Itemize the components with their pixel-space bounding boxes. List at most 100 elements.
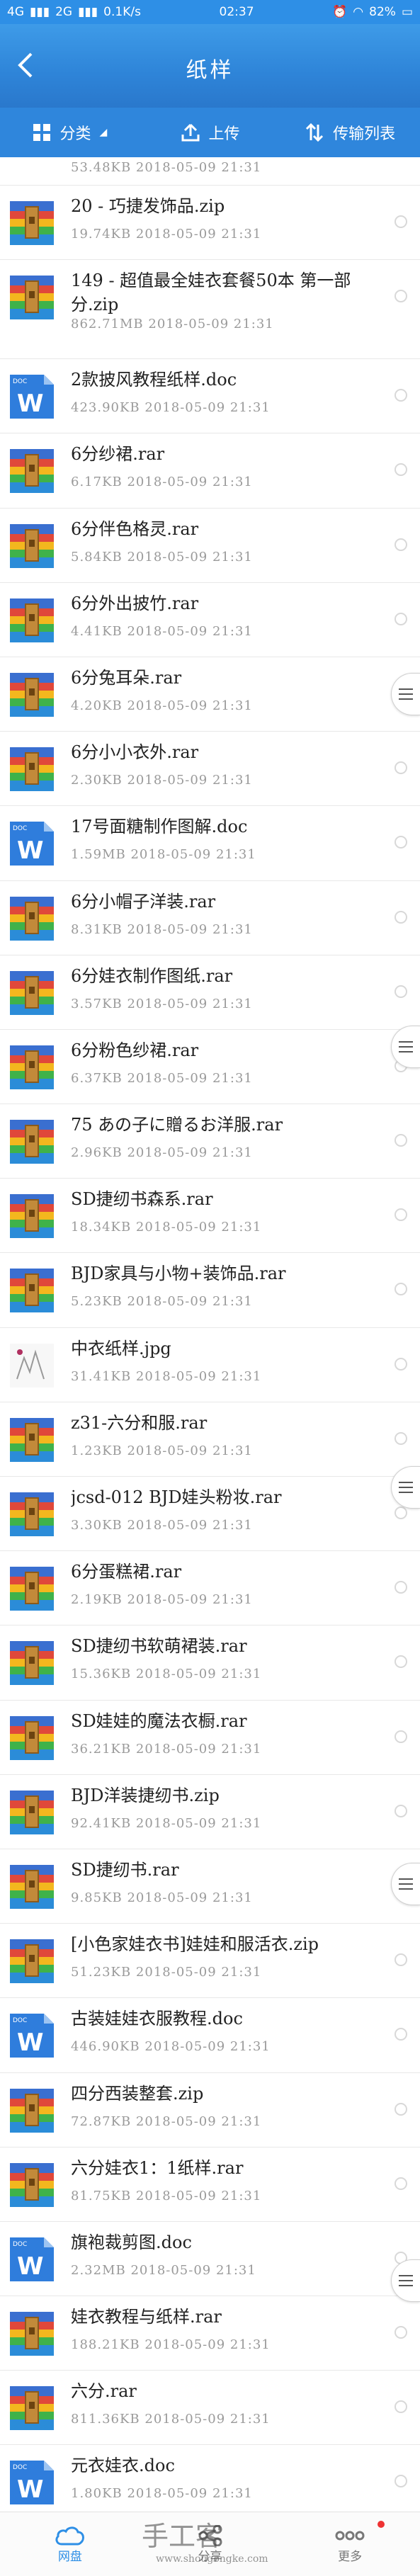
- select-radio[interactable]: [395, 1730, 407, 1743]
- select-radio[interactable]: [395, 215, 407, 228]
- file-type-icon: [10, 1269, 54, 1313]
- file-row[interactable]: 中衣纸样.jpg 31.41KB 2018-05-09 21:31: [0, 1328, 420, 1402]
- file-type-icon: [10, 1492, 54, 1536]
- file-row[interactable]: 6分兔耳朵.rar 4.20KB 2018-05-09 21:31: [0, 657, 420, 732]
- category-button[interactable]: 分类 ◢: [0, 108, 140, 157]
- select-radio[interactable]: [395, 985, 407, 998]
- file-row[interactable]: DOC W 元衣娃衣.doc 1.80KB 2018-05-09 21:31: [0, 2445, 420, 2520]
- select-radio[interactable]: [395, 2326, 407, 2339]
- alarm-icon: ⏰: [332, 5, 348, 19]
- file-name: 旗袍裁剪图.doc: [71, 2232, 192, 2252]
- select-radio[interactable]: [395, 761, 407, 775]
- file-meta: 1.80KB 2018-05-09 21:31: [71, 2486, 253, 2502]
- select-radio[interactable]: [395, 1655, 407, 1669]
- archive-file-icon: [10, 2386, 54, 2431]
- file-type-icon: [10, 2162, 54, 2207]
- image-thumbnail-icon: [10, 1343, 54, 1388]
- file-row[interactable]: jcsd-012 BJD娃头粉妆.rar 3.30KB 2018-05-09 21…: [0, 1477, 420, 1552]
- select-radio[interactable]: [395, 910, 407, 924]
- file-row[interactable]: DOC W 17号面糖制作图解.doc 1.59MB 2018-05-09 21:31: [0, 806, 420, 881]
- select-radio[interactable]: [395, 1357, 407, 1371]
- file-type-icon: DOC W: [10, 2237, 54, 2281]
- file-row[interactable]: DOC W 2款披风教程纸样.doc 423.90KB 2018-05-09 21:3…: [0, 359, 420, 434]
- file-row[interactable]: BJD家具与小物+装饰品.rar 5.23KB 2018-05-09 21:31: [0, 1253, 420, 1328]
- select-radio[interactable]: [395, 836, 407, 849]
- file-row[interactable]: SD捷纫书软萌裙装.rar 15.36KB 2018-05-09 21:31: [0, 1625, 420, 1701]
- file-row[interactable]: 149 - 超值最全娃衣套餐50本 第一部分.zip 862.71MB 2018-…: [0, 260, 420, 360]
- select-radio[interactable]: [395, 1507, 407, 1519]
- select-radio[interactable]: [395, 1283, 407, 1296]
- select-radio[interactable]: [395, 463, 407, 477]
- file-meta: 36.21KB 2018-05-09 21:31: [71, 1741, 262, 1757]
- file-row[interactable]: SD娃娃的魔法衣橱.rar 36.21KB 2018-05-09 21:31: [0, 1701, 420, 1775]
- file-name: 20 - 巧捷发饰品.zip: [71, 196, 225, 216]
- file-row[interactable]: 娃衣教程与纸样.rar 188.21KB 2018-05-09 21:31: [0, 2296, 420, 2371]
- file-row[interactable]: 6分蛋糕裙.rar 2.19KB 2018-05-09 21:31: [0, 1551, 420, 1626]
- file-type-icon: [10, 1790, 54, 1834]
- upload-button[interactable]: 上传: [140, 108, 280, 157]
- select-radio[interactable]: [395, 2028, 407, 2041]
- file-row[interactable]: 6分外出披竹.rar 4.41KB 2018-05-09 21:31: [0, 583, 420, 657]
- select-radio[interactable]: [395, 1953, 407, 1967]
- menu-icon: [399, 1041, 413, 1052]
- nav-more[interactable]: 更多: [280, 2512, 420, 2576]
- file-meta: 19.74KB 2018-05-09 21:31: [71, 227, 262, 242]
- file-meta: 18.34KB 2018-05-09 21:31: [71, 1220, 262, 1235]
- select-radio[interactable]: [395, 1581, 407, 1594]
- file-row[interactable]: BJD洋装捷纫书.zip 92.41KB 2018-05-09 21:31: [0, 1775, 420, 1849]
- file-row[interactable]: 53.48KB 2018-05-09 21:31: [0, 157, 420, 186]
- select-radio[interactable]: [395, 612, 407, 625]
- wifi-icon: ◠: [353, 5, 364, 19]
- file-type-icon: [10, 2088, 54, 2133]
- file-name: BJD家具与小物+装饰品.rar: [71, 1264, 286, 1284]
- file-row[interactable]: 四分西装整套.zip 72.87KB 2018-05-09 21:31: [0, 2073, 420, 2147]
- file-row[interactable]: 6分伴色格灵.rar 5.84KB 2018-05-09 21:31: [0, 509, 420, 583]
- file-type-icon: [10, 1120, 54, 1164]
- file-row[interactable]: 6分小小衣外.rar 2.30KB 2018-05-09 21:31: [0, 732, 420, 807]
- select-radio[interactable]: [395, 538, 407, 551]
- file-name: 149 - 超值最全娃衣套餐50本 第一部分.zip: [71, 271, 351, 315]
- file-row[interactable]: 六分娃衣1：1纸样.rar 81.75KB 2018-05-09 21:31: [0, 2147, 420, 2222]
- file-row[interactable]: 六分.rar 811.36KB 2018-05-09 21:31: [0, 2371, 420, 2446]
- file-type-icon: [10, 1045, 54, 1089]
- file-meta: 188.21KB 2018-05-09 21:31: [71, 2337, 271, 2353]
- file-row[interactable]: 75 あの子に贈るお洋服.rar 2.96KB 2018-05-09 21:31: [0, 1104, 420, 1179]
- file-meta: 423.90KB 2018-05-09 21:31: [71, 400, 271, 416]
- file-name: [小色家娃衣书]娃娃和服活衣.zip: [71, 1934, 319, 1955]
- archive-file-icon: [10, 1492, 54, 1536]
- file-row[interactable]: DOC W 旗袍裁剪图.doc 2.32MB 2018-05-09 21:31: [0, 2222, 420, 2297]
- select-radio[interactable]: [395, 2102, 407, 2116]
- file-row[interactable]: DOC W 古装娃娃衣服教程.doc 446.90KB 2018-05-09 21:3…: [0, 1998, 420, 2073]
- select-radio[interactable]: [395, 1208, 407, 1222]
- archive-file-icon: [10, 201, 54, 245]
- file-row[interactable]: 20 - 巧捷发饰品.zip 19.74KB 2018-05-09 21:31: [0, 186, 420, 261]
- archive-file-icon: [10, 276, 54, 320]
- file-row[interactable]: z31-六分和服.rar 1.23KB 2018-05-09 21:31: [0, 1402, 420, 1477]
- file-row[interactable]: [小色家娃衣书]娃娃和服活衣.zip 51.23KB 2018-05-09 21:…: [0, 1924, 420, 1999]
- menu-icon: [399, 1878, 413, 1890]
- select-radio[interactable]: [395, 389, 407, 402]
- nav-netdisk[interactable]: 网盘: [0, 2512, 140, 2576]
- signal-icon: ▮▮▮: [30, 5, 50, 19]
- file-row[interactable]: 6分粉色纱裙.rar 6.37KB 2018-05-09 21:31: [0, 1030, 420, 1105]
- file-row[interactable]: SD捷纫书森系.rar 18.34KB 2018-05-09 21:31: [0, 1179, 420, 1254]
- select-radio[interactable]: [395, 2475, 407, 2488]
- svg-text:DOC: DOC: [13, 2241, 27, 2248]
- select-radio[interactable]: [395, 2400, 407, 2414]
- file-name: 6分娃衣制作图纸.rar: [71, 965, 233, 986]
- file-meta: 862.71MB 2018-05-09 21:31: [71, 317, 274, 332]
- select-radio[interactable]: [395, 290, 407, 303]
- select-radio[interactable]: [395, 1431, 407, 1445]
- select-radio[interactable]: [395, 1804, 407, 1817]
- file-meta: 15.36KB 2018-05-09 21:31: [71, 1667, 262, 1682]
- file-row[interactable]: 6分小帽子洋装.rar 8.31KB 2018-05-09 21:31: [0, 881, 420, 955]
- select-radio[interactable]: [395, 1134, 407, 1147]
- file-row[interactable]: SD捷纫书.rar 9.85KB 2018-05-09 21:31: [0, 1849, 420, 1924]
- file-row[interactable]: 6分纱裙.rar 6.17KB 2018-05-09 21:31: [0, 433, 420, 509]
- file-row[interactable]: 6分娃衣制作图纸.rar 3.57KB 2018-05-09 21:31: [0, 955, 420, 1030]
- file-name: SD娃娃的魔法衣橱.rar: [71, 1710, 247, 1731]
- select-radio[interactable]: [395, 2177, 407, 2190]
- file-type-icon: [10, 1715, 54, 1760]
- transfer-list-button[interactable]: 传输列表: [280, 108, 420, 157]
- archive-file-icon: [10, 523, 54, 568]
